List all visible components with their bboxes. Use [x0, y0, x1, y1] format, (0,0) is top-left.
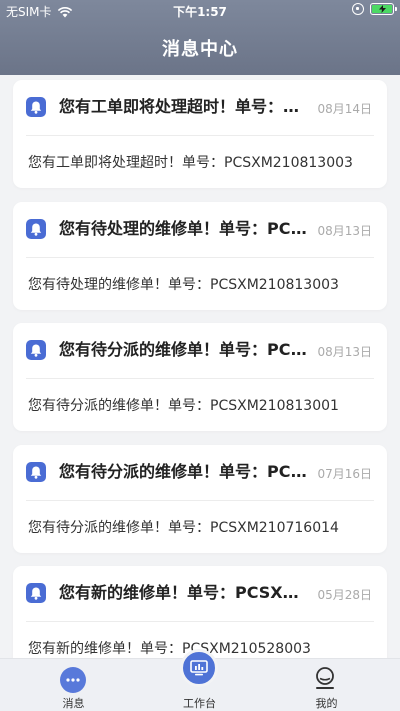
message-body: 您有工单即将处理超时！单号：PCSXM210813003 [28, 155, 353, 171]
divider [26, 378, 374, 379]
message-list[interactable]: 您有工单即将处理超时！单号：PCSXM210813003 08月14日 您有工单… [0, 75, 400, 658]
page-title: 消息中心 [162, 39, 238, 60]
message-date: 07月16日 [317, 467, 372, 481]
status-bar: 无SIM卡 下午1:57 [0, 0, 400, 20]
message-card[interactable]: 您有待分派的维修单！单号：PCSXM210716014 07月16日 您有待分派… [13, 445, 387, 553]
divider [26, 257, 374, 258]
orientation-lock-icon [352, 3, 364, 15]
status-time: 下午1:57 [173, 5, 227, 19]
message-date: 05月28日 [317, 588, 372, 602]
message-title: 您有新的维修单！单号：PCSXM210528003 [59, 583, 309, 602]
chat-bubble-icon [60, 667, 86, 693]
message-card[interactable]: 您有新的维修单！单号：PCSXM210528003 05月28日 您有新的维修单… [13, 566, 387, 658]
message-date: 08月13日 [317, 224, 372, 238]
message-card[interactable]: 您有工单即将处理超时！单号：PCSXM210813003 08月14日 您有工单… [13, 80, 387, 188]
message-title: 您有待分派的维修单！单号：PCSXM210813001 [59, 340, 309, 359]
message-card[interactable]: 您有待处理的维修单！单号：PCSXM210813003 08月13日 您有待处理… [13, 202, 387, 310]
bell-icon [26, 97, 46, 117]
message-body: 您有待处理的维修单！单号：PCSXM210813003 [28, 277, 339, 293]
divider [26, 621, 374, 622]
message-date: 08月13日 [317, 345, 372, 359]
tab-bar: 消息 工作台 我的 [0, 649, 400, 711]
message-card[interactable]: 您有待分派的维修单！单号：PCSXM210813001 08月13日 您有待分派… [13, 323, 387, 431]
tab-label: 消息 [62, 697, 85, 710]
message-date: 08月14日 [317, 102, 372, 116]
bell-icon [26, 462, 46, 482]
message-body: 您有待分派的维修单！单号：PCSXM210813001 [28, 398, 339, 414]
message-body: 您有待分派的维修单！单号：PCSXM210716014 [28, 520, 339, 536]
bell-icon [26, 340, 46, 360]
divider [26, 135, 374, 136]
tab-label: 我的 [315, 697, 338, 710]
message-title: 您有待分派的维修单！单号：PCSXM210716014 [59, 462, 309, 481]
tab-profile[interactable]: 我的 [260, 659, 393, 711]
battery-icon [370, 3, 397, 15]
divider [26, 500, 374, 501]
message-title: 您有待处理的维修单！单号：PCSXM210813003 [59, 219, 309, 238]
message-title: 您有工单即将处理超时！单号：PCSXM210813003 [59, 97, 309, 116]
bell-icon [26, 219, 46, 239]
tab-workbench[interactable]: 工作台 [133, 649, 266, 711]
bell-icon [26, 583, 46, 603]
workbench-icon [180, 649, 218, 687]
app-header: 无SIM卡 下午1:57 消息中心 [0, 0, 400, 75]
tab-messages[interactable]: 消息 [7, 659, 140, 711]
profile-icon [316, 667, 334, 689]
tab-label: 工作台 [183, 697, 216, 710]
